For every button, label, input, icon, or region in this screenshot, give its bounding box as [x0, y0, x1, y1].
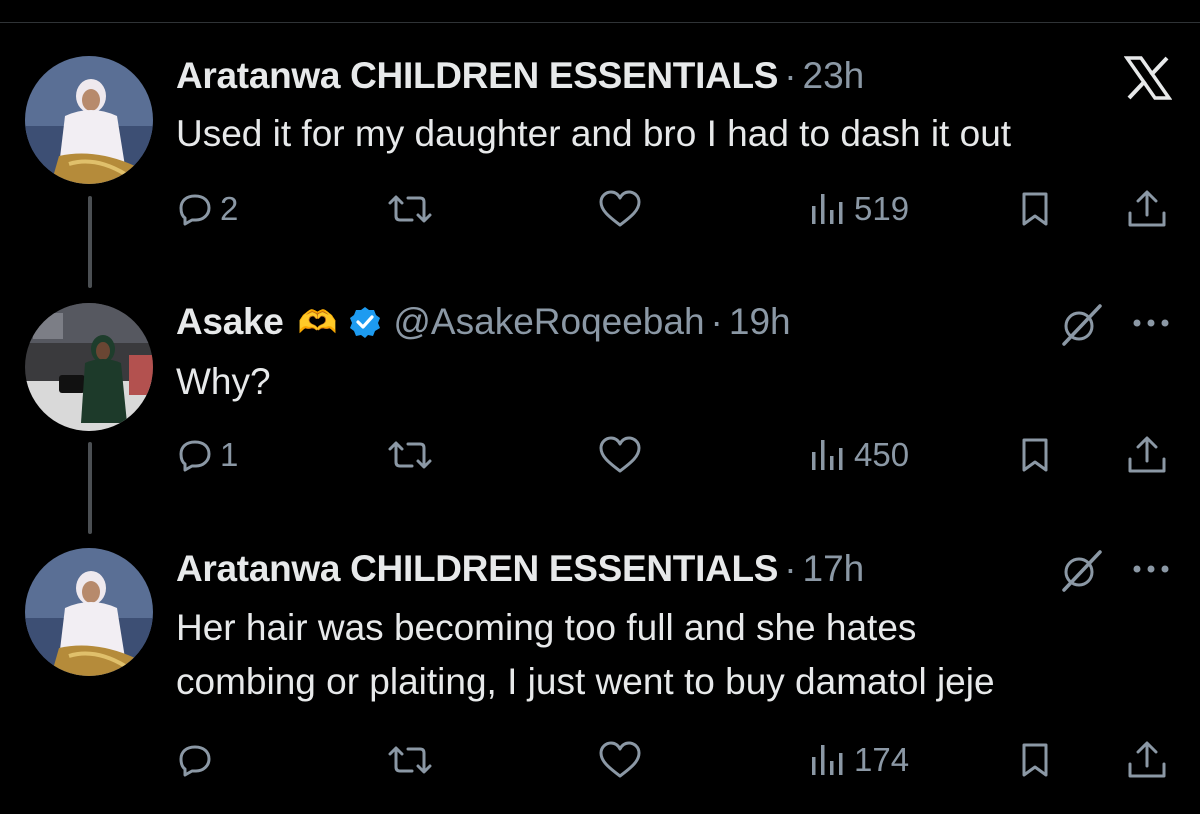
more-icon[interactable]	[1132, 318, 1170, 328]
tweet-text: Used it for my daughter and bro I had to…	[176, 107, 1011, 161]
timestamp[interactable]: 19h	[729, 301, 791, 343]
tweet-header: Aratanwa CHILDREN ESSENTIALS · 17h	[176, 546, 864, 592]
views-count: 450	[854, 436, 910, 473]
views-button[interactable]: 174	[810, 735, 909, 785]
author-name[interactable]: Asake	[176, 301, 284, 343]
views-icon	[812, 440, 843, 470]
avatar-woman-white-hijab-icon	[25, 56, 153, 184]
separator-dot: ·	[710, 301, 723, 342]
avatar[interactable]	[25, 56, 153, 184]
views-button[interactable]: 450	[810, 430, 909, 480]
bookmark-icon	[1022, 192, 1048, 226]
tweet-actions: 1 450	[0, 430, 1200, 480]
avatar-woman-white-hijab-icon	[25, 548, 153, 676]
bookmark-icon	[1022, 743, 1048, 777]
like-button[interactable]	[598, 184, 642, 234]
tweet-text: Her hair was becoming too full and she h…	[176, 601, 995, 709]
views-icon	[812, 194, 843, 224]
repost-icon	[388, 195, 432, 223]
share-icon	[1128, 190, 1166, 227]
views-icon	[812, 745, 843, 775]
avatar-woman-green-hijab-icon	[25, 303, 153, 431]
bookmark-button[interactable]	[1020, 184, 1050, 234]
like-icon	[599, 436, 641, 473]
repost-button[interactable]	[386, 735, 434, 785]
reply-icon	[179, 745, 211, 777]
reply-button[interactable]: 2	[178, 184, 238, 234]
separator-dot: ·	[784, 548, 797, 589]
timestamp[interactable]: 23h	[803, 55, 865, 97]
share-icon	[1128, 741, 1166, 778]
repost-icon	[388, 441, 432, 469]
bookmark-button[interactable]	[1020, 735, 1050, 785]
like-icon	[599, 741, 641, 778]
share-button[interactable]	[1126, 430, 1168, 480]
x-logo-icon	[1124, 56, 1172, 100]
tweet-header: Asake 🫶 @AsakeRoqeebah · 19h	[176, 299, 791, 345]
tweet-text-line: Her hair was becoming too full and she h…	[176, 607, 917, 648]
author-handle[interactable]: @AsakeRoqeebah	[393, 301, 704, 343]
verified-badge-icon	[349, 306, 381, 338]
grok-icon[interactable]	[1058, 548, 1104, 594]
repost-button[interactable]	[386, 430, 434, 480]
more-icon[interactable]	[1132, 564, 1170, 574]
like-button[interactable]	[598, 735, 642, 785]
tweet-text-line: Used it for my daughter and bro I had to…	[176, 113, 1012, 154]
reply-count: 2	[220, 190, 239, 227]
repost-icon	[388, 746, 432, 774]
separator-dot: ·	[784, 55, 797, 96]
tweet-text-line: combing or plaiting, I just went to buy …	[176, 661, 995, 702]
views-count: 174	[854, 741, 910, 778]
reply-icon	[179, 194, 211, 226]
share-button[interactable]	[1126, 184, 1168, 234]
reply-button[interactable]: 1	[178, 430, 238, 480]
grok-icon[interactable]	[1058, 302, 1104, 348]
reply-count: 1	[220, 436, 239, 473]
tweet-text: Why?	[176, 355, 271, 409]
tweet-text-line: Why?	[176, 361, 271, 402]
like-button[interactable]	[598, 430, 642, 480]
bookmark-icon	[1022, 438, 1048, 472]
repost-button[interactable]	[386, 184, 434, 234]
share-button[interactable]	[1126, 735, 1168, 785]
author-name[interactable]: Aratanwa CHILDREN ESSENTIALS	[176, 55, 779, 97]
bookmark-button[interactable]	[1020, 430, 1050, 480]
like-icon	[599, 190, 641, 227]
top-divider	[0, 22, 1200, 23]
author-name[interactable]: Aratanwa CHILDREN ESSENTIALS	[176, 548, 779, 590]
timestamp[interactable]: 17h	[803, 548, 865, 590]
tweet-actions: 2 519	[0, 184, 1200, 234]
avatar[interactable]	[25, 548, 153, 676]
heart-hands-emoji: 🫶	[297, 304, 338, 340]
reply-button[interactable]	[178, 735, 220, 785]
views-count: 519	[854, 190, 910, 227]
avatar[interactable]	[25, 303, 153, 431]
tweet-actions: 174	[0, 735, 1200, 785]
share-icon	[1128, 436, 1166, 473]
reply-icon	[179, 440, 211, 472]
tweet-header: Aratanwa CHILDREN ESSENTIALS · 23h	[176, 53, 864, 99]
views-button[interactable]: 519	[810, 184, 909, 234]
